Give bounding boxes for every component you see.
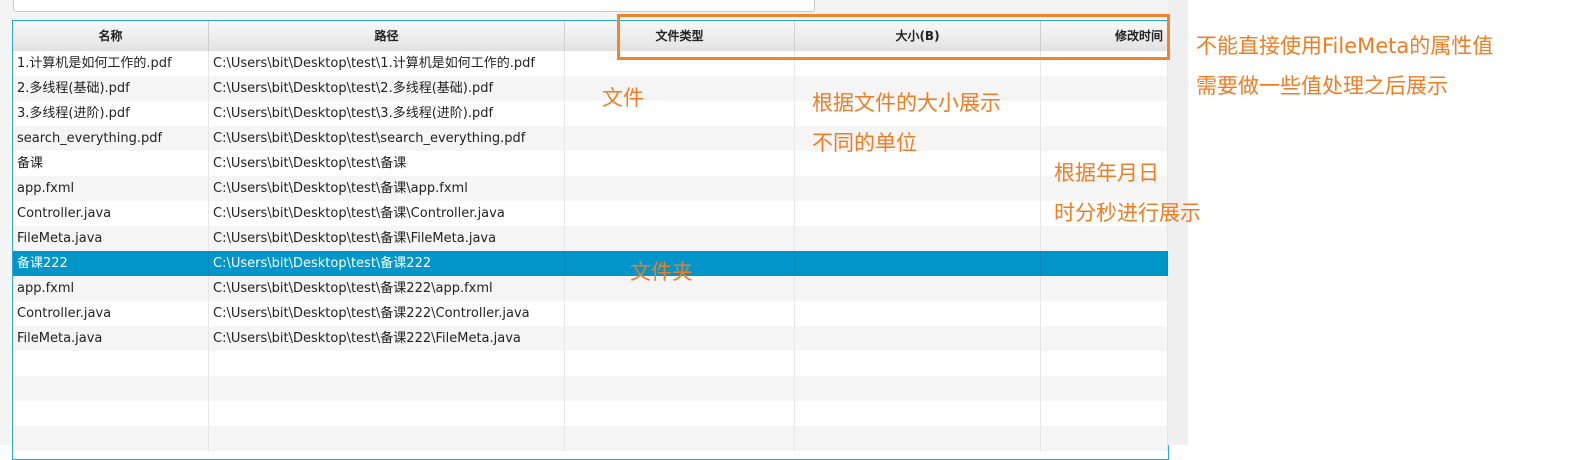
table-row[interactable]: FileMeta.java C:\Users\bit\Desktop\test\备…: [13, 226, 1168, 251]
cell-file-type: [565, 326, 795, 351]
cell-name: FileMeta.java: [13, 226, 209, 251]
table-row[interactable]: [13, 376, 1168, 401]
cell-size: [795, 401, 1041, 426]
cell-path: C:\Users\bit\Desktop\test\search_everyth…: [209, 126, 565, 151]
cell-name: FileMeta.java: [13, 326, 209, 351]
file-table[interactable]: 名称 路径 文件类型 大小(B) 修改时间 1.计算机是如何工作的.pdf C:\…: [12, 20, 1169, 460]
table-row-selected[interactable]: 备课222 C:\Users\bit\Desktop\test\备课222: [13, 251, 1168, 276]
cell-file-type: [565, 376, 795, 401]
cell-name: [13, 426, 209, 451]
cell-size: [795, 426, 1041, 451]
cell-name: 备课222: [13, 251, 209, 276]
cell-modified-time: [1041, 401, 1168, 426]
cell-modified-time: [1041, 226, 1168, 251]
cell-path: C:\Users\bit\Desktop\test\备课\FileMeta.ja…: [209, 226, 565, 251]
cell-modified-time: [1041, 101, 1168, 126]
annotation-highlight-box: [617, 14, 1170, 60]
cell-modified-time: [1041, 426, 1168, 451]
table-row[interactable]: app.fxml C:\Users\bit\Desktop\test\备课222\…: [13, 276, 1168, 301]
cell-name: [13, 376, 209, 401]
cell-size: [795, 301, 1041, 326]
cell-file-type: [565, 426, 795, 451]
cell-modified-time: [1041, 326, 1168, 351]
cell-path: C:\Users\bit\Desktop\test\备课222\Controll…: [209, 301, 565, 326]
cell-modified-time: [1041, 276, 1168, 301]
annotation-size-note-line2: 不同的单位: [812, 131, 917, 155]
cell-file-type: [565, 226, 795, 251]
cell-path: [209, 351, 565, 376]
table-row[interactable]: search_everything.pdf C:\Users\bit\Deskto…: [13, 126, 1168, 151]
column-header-path[interactable]: 路径: [209, 21, 565, 51]
table-row[interactable]: app.fxml C:\Users\bit\Desktop\test\备课\app…: [13, 176, 1168, 201]
cell-size: [795, 176, 1041, 201]
column-header-name[interactable]: 名称: [13, 21, 209, 51]
table-row[interactable]: [13, 426, 1168, 451]
cell-name: search_everything.pdf: [13, 126, 209, 151]
cell-name: 备课: [13, 151, 209, 176]
cell-path: C:\Users\bit\Desktop\test\备课222: [209, 251, 565, 276]
annotation-size-note-line1: 根据文件的大小展示: [812, 91, 1001, 115]
cell-name: 3.多线程(进阶).pdf: [13, 101, 209, 126]
table-row[interactable]: Controller.java C:\Users\bit\Desktop\test…: [13, 301, 1168, 326]
cell-path: C:\Users\bit\Desktop\test\1.计算机是如何工作的.pd…: [209, 51, 565, 76]
cell-file-type: [565, 176, 795, 201]
annotation-time-note-line1: 根据年月日: [1054, 161, 1159, 185]
annotation-file-label: 文件: [602, 86, 644, 110]
cell-name: 2.多线程(基础).pdf: [13, 76, 209, 101]
cell-size: [795, 276, 1041, 301]
table-row[interactable]: 备课 C:\Users\bit\Desktop\test\备课: [13, 151, 1168, 176]
cell-file-type: [565, 351, 795, 376]
table-row[interactable]: [13, 401, 1168, 426]
cell-file-type: [565, 151, 795, 176]
cell-path: C:\Users\bit\Desktop\test\备课\app.fxml: [209, 176, 565, 201]
cell-file-type: [565, 101, 795, 126]
cell-file-type: [565, 201, 795, 226]
annotation-header-note-line1: 不能直接使用FileMeta的属性值: [1196, 34, 1494, 58]
cell-name: [13, 401, 209, 426]
table-row[interactable]: Controller.java C:\Users\bit\Desktop\test…: [13, 201, 1168, 226]
cell-name: app.fxml: [13, 176, 209, 201]
cell-path: C:\Users\bit\Desktop\test\3.多线程(进阶).pdf: [209, 101, 565, 126]
cell-file-type: [565, 76, 795, 101]
cell-modified-time: [1041, 301, 1168, 326]
cell-name: Controller.java: [13, 201, 209, 226]
cell-size: [795, 351, 1041, 376]
annotation-time-note-line2: 时分秒进行展示: [1054, 201, 1201, 225]
cell-name: Controller.java: [13, 301, 209, 326]
cell-size: [795, 201, 1041, 226]
cell-modified-time: [1041, 126, 1168, 151]
cell-path: [209, 376, 565, 401]
cell-path: C:\Users\bit\Desktop\test\2.多线程(基础).pdf: [209, 76, 565, 101]
cell-size: [795, 226, 1041, 251]
cell-path: [209, 426, 565, 451]
cell-file-type: [565, 301, 795, 326]
cell-modified-time: [1041, 376, 1168, 401]
cell-file-type: [565, 126, 795, 151]
cell-size: [795, 376, 1041, 401]
cell-name: 1.计算机是如何工作的.pdf: [13, 51, 209, 76]
cell-name: app.fxml: [13, 276, 209, 301]
table-row[interactable]: [13, 351, 1168, 376]
cell-modified-time: [1041, 351, 1168, 376]
cell-path: C:\Users\bit\Desktop\test\备课222\FileMeta…: [209, 326, 565, 351]
annotation-header-note-line2: 需要做一些值处理之后展示: [1196, 74, 1448, 98]
table-row[interactable]: FileMeta.java C:\Users\bit\Desktop\test\备…: [13, 326, 1168, 351]
annotation-folder-label: 文件夹: [630, 260, 693, 284]
cell-path: [209, 401, 565, 426]
search-input[interactable]: [13, 0, 815, 12]
cell-path: C:\Users\bit\Desktop\test\备课: [209, 151, 565, 176]
cell-name: [13, 351, 209, 376]
cell-modified-time: [1041, 76, 1168, 101]
cell-modified-time: [1041, 251, 1168, 276]
cell-path: C:\Users\bit\Desktop\test\备课\Controller.…: [209, 201, 565, 226]
cell-size: [795, 251, 1041, 276]
cell-path: C:\Users\bit\Desktop\test\备课222\app.fxml: [209, 276, 565, 301]
cell-file-type: [565, 401, 795, 426]
cell-size: [795, 326, 1041, 351]
